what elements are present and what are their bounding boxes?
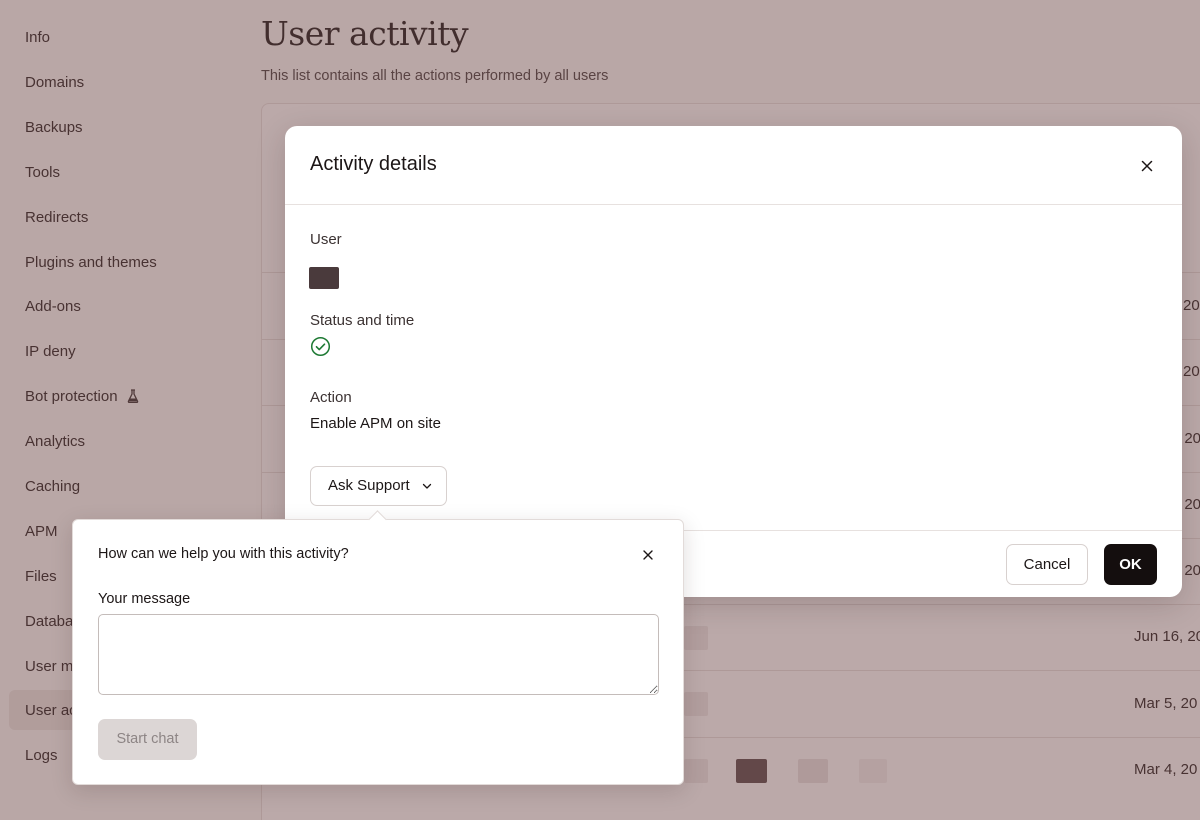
close-icon[interactable] — [641, 548, 655, 562]
popover-title: How can we help you with this activity? — [98, 546, 349, 562]
dialog-header-divider — [285, 204, 1182, 205]
chevron-down-icon — [422, 483, 432, 489]
ask-support-popover: How can we help you with this activity? … — [72, 510, 684, 785]
close-icon[interactable] — [1137, 156, 1157, 176]
action-label: Action — [310, 389, 352, 406]
message-input[interactable] — [98, 614, 659, 695]
action-value: Enable APM on site — [310, 415, 441, 432]
dialog-title: Activity details — [310, 153, 437, 175]
start-chat-button[interactable]: Start chat — [98, 719, 197, 760]
ask-support-label: Ask Support — [328, 477, 410, 494]
ask-support-button[interactable]: Ask Support — [310, 466, 447, 506]
status-time-label: Status and time — [310, 312, 415, 329]
message-label: Your message — [98, 591, 191, 607]
avatar — [309, 267, 339, 289]
ok-button[interactable]: OK — [1104, 544, 1157, 585]
check-circle-icon — [310, 336, 331, 357]
user-label: User — [310, 231, 342, 248]
cancel-button[interactable]: Cancel — [1006, 544, 1088, 585]
